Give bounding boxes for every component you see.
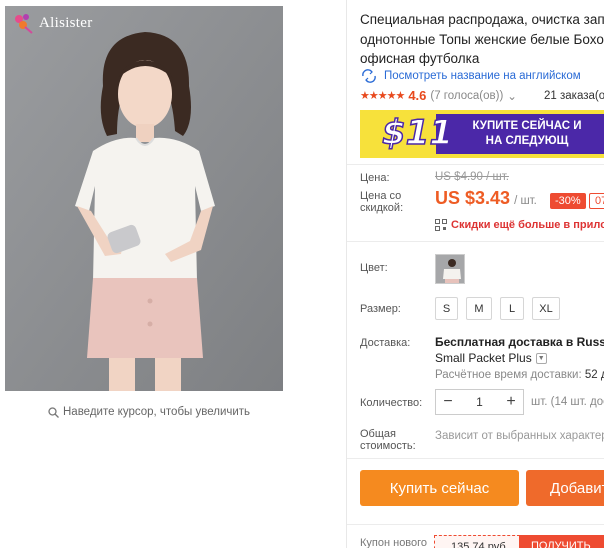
- product-main-image[interactable]: Alisister: [5, 6, 283, 391]
- total-label-2: стоимость:: [360, 440, 416, 452]
- coupon-get-button[interactable]: ПОЛУЧИТЬ: [519, 535, 604, 548]
- brand-name: Alisister: [39, 14, 93, 31]
- shipping-method-select[interactable]: Small Packet Plus ▼: [435, 351, 547, 365]
- size-option-s[interactable]: S: [435, 297, 458, 320]
- size-option-xl[interactable]: XL: [532, 297, 560, 320]
- swatch-thumbnail: [436, 255, 464, 283]
- brand-watermark: Alisister: [13, 12, 93, 34]
- product-title-line: однотонные Топы женские белые Бохо: [360, 31, 604, 47]
- rating-stars-icon: ★★★★★: [360, 90, 405, 102]
- app-promo[interactable]: Скидки ещё больше в прилож: [435, 219, 604, 231]
- translate-icon: [362, 69, 376, 83]
- app-promo-text: Скидки ещё больше в прилож: [451, 219, 604, 231]
- discount-badge: -30%: [550, 193, 586, 209]
- translate-link-text: Посмотреть название на английском: [384, 70, 581, 82]
- zoom-hint: Наведите курсор, чтобы увеличить: [48, 406, 250, 418]
- total-note: Зависит от выбранных характери: [435, 430, 604, 442]
- magnifier-icon: [48, 406, 59, 418]
- size-label: Размер:: [360, 303, 401, 315]
- sale-price: US $3.43 / шт.: [435, 188, 537, 209]
- brand-logo-icon: [15, 14, 33, 34]
- divider: [347, 458, 604, 459]
- zoom-hint-text: Наведите курсор, чтобы увеличить: [63, 406, 251, 418]
- delivery-estimate-label: Расчётное время доставки:: [435, 369, 582, 381]
- translate-link[interactable]: Посмотреть название на английском: [360, 69, 581, 83]
- product-title-line: офисная футболка: [360, 51, 480, 66]
- coupon-label: Купон нового: [360, 537, 428, 548]
- product-title-line: Специальная распродажа, очистка запа: [360, 12, 604, 27]
- divider: [347, 524, 604, 525]
- rating[interactable]: ★★★★★ 4.6 (7 голоса(ов)) ⌄: [360, 88, 517, 103]
- total-label-1: Общая: [360, 428, 396, 440]
- quantity-stepper: − 1 +: [435, 389, 524, 415]
- banner-amount: $11: [381, 112, 453, 154]
- product-title: Специальная распродажа, очистка запа одн…: [360, 10, 604, 69]
- add-to-cart-button[interactable]: Добавит: [526, 470, 604, 506]
- chevron-down-icon: ⌄: [507, 90, 517, 103]
- qr-code-icon: [435, 219, 447, 231]
- banner-text: КУПИТЕ СЕЙЧАС И НА СЛЕДУЮЩ: [452, 119, 602, 149]
- price-unit: / шт.: [514, 195, 537, 207]
- banner-line: КУПИТЕ СЕЙЧАС И: [472, 120, 582, 132]
- coupon-value: 135,74 руб.: [434, 535, 520, 548]
- quantity-label: Количество:: [360, 397, 423, 409]
- buy-now-button[interactable]: Купить сейчас: [360, 470, 519, 506]
- rating-value: 4.6: [408, 88, 427, 103]
- product-photo: [5, 6, 283, 391]
- second-badge: 07: [589, 193, 604, 209]
- color-swatch-white[interactable]: [435, 254, 465, 284]
- old-price: US $4.90 / шт.: [435, 171, 509, 183]
- stock-note: шт. (14 шт. дос: [531, 396, 604, 408]
- panel-divider: [346, 0, 347, 548]
- divider: [347, 241, 604, 242]
- discount-price-label-2: скидкой:: [360, 202, 404, 214]
- color-label: Цвет:: [360, 262, 388, 274]
- price-label: Цена:: [360, 172, 390, 184]
- promo-banner[interactable]: $11 КУПИТЕ СЕЙЧАС И НА СЛЕДУЮЩ: [360, 110, 604, 158]
- shipping-label: Доставка:: [360, 337, 411, 349]
- sale-price-value: US $3.43: [435, 188, 511, 208]
- quantity-input[interactable]: 1: [460, 395, 499, 409]
- size-option-m[interactable]: M: [466, 297, 492, 320]
- quantity-plus-button[interactable]: +: [499, 393, 523, 411]
- divider: [347, 164, 604, 165]
- shipping-title: Бесплатная доставка в Russian: [435, 335, 604, 349]
- shipping-method: Small Packet Plus: [435, 351, 532, 365]
- rating-votes: (7 голоса(ов)): [430, 89, 504, 102]
- discount-price-label-1: Цена со: [360, 190, 402, 202]
- chevron-down-icon: ▼: [535, 352, 547, 364]
- delivery-estimate: Расчётное время доставки: 52 дн: [435, 369, 604, 381]
- delivery-estimate-value: 52 дн: [584, 369, 604, 381]
- quantity-minus-button[interactable]: −: [436, 393, 460, 411]
- orders-count: 21 заказа(ов: [544, 90, 604, 102]
- banner-line: НА СЛЕДУЮЩ: [485, 135, 569, 147]
- size-option-l[interactable]: L: [500, 297, 524, 320]
